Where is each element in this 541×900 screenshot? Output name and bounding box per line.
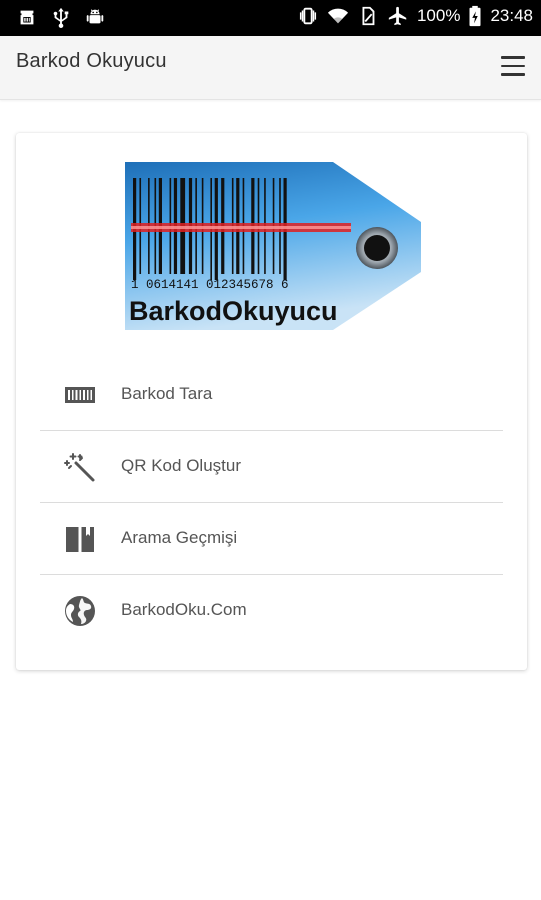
usb-icon	[50, 6, 72, 28]
menu-line	[501, 64, 525, 67]
magic-wand-icon	[64, 451, 96, 483]
barcode-icon	[64, 379, 96, 411]
menu-list: Barkod Tara QR Kod Oluştur Arama Geçmişi…	[40, 359, 503, 647]
hamburger-menu-button[interactable]	[501, 56, 527, 78]
barcode-digits: 1 0614141 012345678 6	[131, 278, 289, 292]
menu-line	[501, 73, 525, 76]
menu-item-label: Arama Geçmişi	[121, 528, 238, 547]
wifi-icon	[327, 5, 349, 27]
app-title: Barkod Okuyucu	[16, 50, 167, 72]
status-right-icons: 100% 23:48	[297, 5, 533, 27]
menu-item-label: QR Kod Oluştur	[121, 456, 241, 475]
airplane-mode-icon	[387, 5, 409, 27]
menu-item-arama-gecmisi[interactable]: Arama Geçmişi	[40, 503, 503, 575]
app-bar: Barkod Okuyucu	[0, 36, 541, 100]
main-card: 1 0614141 012345678 6 BarkodOkuyucu Bark…	[16, 133, 527, 670]
no-sim-icon	[357, 5, 379, 27]
vibrate-icon	[297, 5, 319, 27]
battery-charging-icon	[468, 5, 482, 27]
menu-item-qr-kod-olustur[interactable]: QR Kod Oluştur	[40, 431, 503, 503]
status-left-icons	[16, 6, 106, 28]
book-icon	[64, 523, 96, 555]
barcode-reader-logo: 1 0614141 012345678 6 BarkodOkuyucu	[125, 162, 421, 330]
menu-line	[501, 56, 525, 59]
status-bar: 100% 23:48	[0, 0, 541, 36]
menu-item-label: Barkod Tara	[121, 384, 213, 403]
sd-card-notification-icon	[16, 6, 38, 28]
menu-item-label: BarkodOku.Com	[121, 600, 247, 619]
battery-percent: 100%	[416, 6, 461, 25]
globe-icon	[64, 595, 96, 627]
logo-brand-text: BarkodOkuyucu	[129, 296, 338, 326]
status-time: 23:48	[490, 6, 533, 25]
menu-item-barkod-tara[interactable]: Barkod Tara	[40, 359, 503, 431]
android-debug-icon	[84, 6, 106, 28]
menu-item-barkodoku-com[interactable]: BarkodOku.Com	[40, 575, 503, 647]
